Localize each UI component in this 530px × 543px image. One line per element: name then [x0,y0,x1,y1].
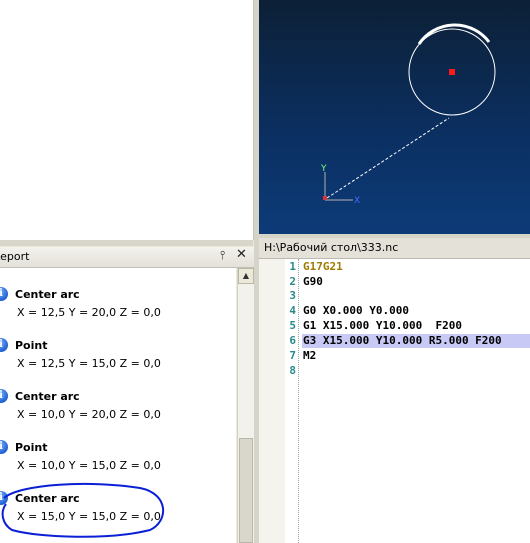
report-item-coords: X = 12,5 Y = 15,0 Z = 0,0 [17,357,161,370]
code-text: M2 [303,349,317,362]
code-text: G3 X15.000 Y10.000 R5.000 F200 [303,334,502,347]
scroll-up-arrow-icon[interactable]: ▲ [238,268,254,284]
report-item-title: Center arc [15,390,80,403]
report-item[interactable]: i Center arc X = 10,0 Y = 20,0 Z = 0,0 [0,389,236,435]
toolpath-canvas: Y X [320,23,496,206]
report-item-coords: X = 10,0 Y = 15,0 Z = 0,0 [17,459,161,472]
pin-icon[interactable]: ⫯ [220,248,225,263]
line-number: 5 [289,319,296,332]
report-panel-header: Report ⫯ ✕ [0,247,255,268]
pane-splitter[interactable] [0,240,253,246]
annotation-ellipse [1,482,165,538]
line-number: 8 [289,364,296,377]
info-icon: i [0,287,8,301]
scroll-thumb[interactable] [239,438,253,543]
editor-file-path: H:\Рабочий стол\333.nc [264,241,399,254]
report-item[interactable]: i Center arc X = 12,5 Y = 20,0 Z = 0,0 [0,287,236,333]
center-marker [449,69,455,75]
editor-tab[interactable]: H:\Рабочий стол\333.nc [259,238,530,259]
code-line[interactable]: 5 G1 X15.000 Y10.000 F200 [259,319,530,334]
code-text: G90 [303,275,323,288]
origin-marker [323,196,327,200]
code-text: G1 X15.000 Y10.000 F200 [303,319,462,332]
info-icon: i [0,440,8,454]
info-icon: i [0,338,8,352]
line-number: 7 [289,349,296,362]
report-item-title: Point [15,339,48,352]
report-item-title: Point [15,441,48,454]
code-text: G0 X0.000 Y0.000 [303,304,409,317]
report-item-coords: X = 12,5 Y = 20,0 Z = 0,0 [17,306,161,319]
code-line-selected[interactable]: 6 G3 X15.000 Y10.000 R5.000 F200 [259,334,530,349]
code-line[interactable]: 2 G90 [259,275,530,290]
info-icon: i [0,389,8,403]
report-scrollbar[interactable]: ▲ [237,268,254,543]
x-axis-label: X [354,196,360,206]
code-line[interactable]: 8 [259,364,530,379]
report-item-coords: X = 10,0 Y = 20,0 Z = 0,0 [17,408,161,421]
report-panel-title: Report [0,250,30,263]
code-line[interactable]: 1 G17G21 [259,260,530,275]
line-number: 3 [289,289,296,302]
line-number: 2 [289,275,296,288]
code-line[interactable]: 7 M2 [259,349,530,364]
toolpath-arc-highlight [417,23,491,45]
code-editor[interactable]: 1 G17G21 2 G90 3 4 G0 X0.000 Y0.000 5 G1… [259,259,530,543]
report-item-title: Center arc [15,288,80,301]
y-axis-label: Y [320,164,327,174]
line-number: 4 [289,304,296,317]
line-number: 6 [289,334,296,347]
workspace-pane [0,0,254,240]
toolpath-viewport[interactable]: Y X [259,0,530,234]
close-icon[interactable]: ✕ [236,247,247,262]
code-text: G17G21 [303,260,343,273]
report-list: i Center arc X = 12,5 Y = 20,0 Z = 0,0 i… [0,268,236,543]
code-line[interactable]: 4 G0 X0.000 Y0.000 [259,304,530,319]
line-number: 1 [289,260,296,273]
code-line[interactable]: 3 [259,289,530,304]
toolpath-line [326,117,450,199]
report-item[interactable]: i Point X = 12,5 Y = 15,0 Z = 0,0 [0,338,236,384]
